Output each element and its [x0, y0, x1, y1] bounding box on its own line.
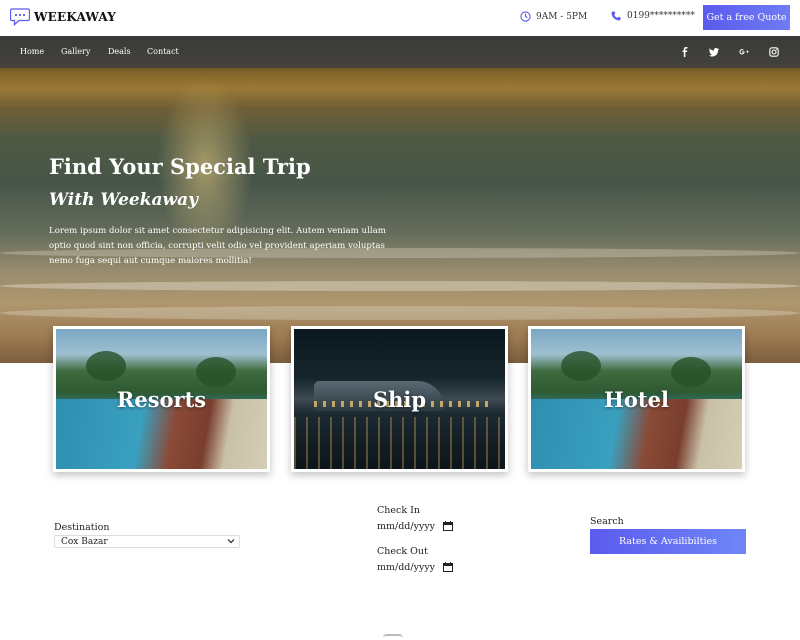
google-plus-icon[interactable]: [737, 45, 751, 59]
card-label-ship: Ship: [372, 386, 427, 412]
hero-banner: Home Gallery Deals Contact Find Your Spe…: [0, 36, 800, 363]
card-resorts[interactable]: Resorts: [53, 326, 270, 472]
card-hotel[interactable]: Hotel: [528, 326, 745, 472]
calendar-icon: [443, 562, 453, 572]
check-out-label: Check Out: [377, 546, 428, 557]
nav-contact[interactable]: Contact: [147, 47, 179, 56]
hours-text: 9AM - 5PM: [536, 11, 588, 22]
check-out-date-input[interactable]: mm/dd/yyyy: [377, 560, 453, 574]
facebook-icon[interactable]: [678, 45, 692, 59]
card-label-resorts: Resorts: [116, 386, 207, 412]
clock-icon: [520, 11, 531, 22]
phone-icon: [611, 11, 621, 21]
instagram-icon[interactable]: [767, 45, 781, 59]
card-ship[interactable]: Ship: [291, 326, 508, 472]
hero-description: Lorem ipsum dolor sit amet consectetur a…: [49, 226, 386, 266]
nav-gallery[interactable]: Gallery: [61, 47, 90, 56]
phone-number[interactable]: 0199**********: [611, 11, 695, 21]
business-hours: 9AM - 5PM: [520, 11, 587, 22]
chevron-down-icon: [227, 539, 235, 544]
twitter-icon[interactable]: [707, 45, 721, 59]
get-quote-button[interactable]: Get a free Quote: [703, 5, 790, 30]
card-label-hotel: Hotel: [604, 386, 669, 412]
destination-select[interactable]: Cox Bazar: [54, 535, 240, 548]
top-bar: WEEKAWAY 9AM - 5PM 0199********** Get a …: [0, 0, 800, 36]
main-navbar: Home Gallery Deals Contact: [0, 36, 800, 68]
logo[interactable]: WEEKAWAY: [10, 8, 116, 26]
check-in-label: Check In: [377, 505, 420, 516]
destination-label: Destination: [54, 522, 110, 533]
hero-title: Find Your Special Trip: [49, 154, 311, 179]
calendar-icon: [443, 521, 453, 531]
hero-subtitle: With Weekaway: [49, 190, 199, 210]
scroll-indicator: [383, 634, 403, 640]
destination-value: Cox Bazar: [61, 536, 108, 547]
check-in-date-input[interactable]: mm/dd/yyyy: [377, 519, 453, 533]
phone-text: 0199**********: [627, 11, 695, 21]
nav-deals[interactable]: Deals: [108, 47, 131, 56]
check-out-placeholder: mm/dd/yyyy: [377, 561, 436, 573]
rates-availability-button[interactable]: Rates & Availibilties: [590, 529, 746, 554]
nav-home[interactable]: Home: [20, 47, 44, 56]
brand-name: WEEKAWAY: [34, 10, 117, 24]
search-label: Search: [590, 516, 624, 527]
chat-bubble-icon: [10, 8, 30, 26]
check-in-placeholder: mm/dd/yyyy: [377, 520, 436, 532]
